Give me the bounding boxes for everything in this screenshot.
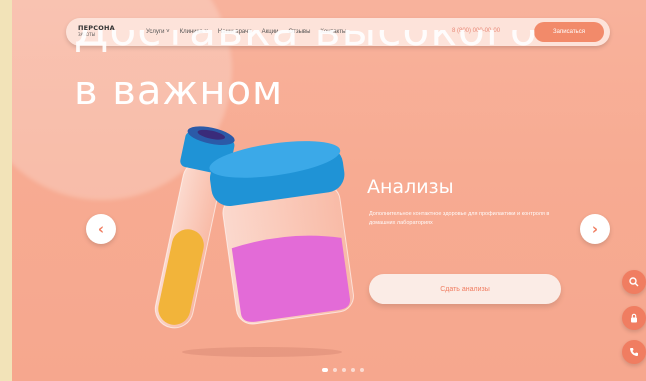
slide-title: Анализы	[367, 176, 454, 198]
pagination-dot[interactable]	[322, 368, 328, 372]
pagination-dot[interactable]	[342, 368, 346, 372]
next-slide-button[interactable]: ›	[580, 214, 610, 244]
pagination-dot[interactable]	[333, 368, 337, 372]
lab-test-illustration	[154, 126, 354, 357]
lock-float-button[interactable]	[622, 306, 646, 330]
search-float-button[interactable]	[622, 270, 646, 294]
hero-heading-line1: Доставка высокого	[74, 30, 538, 54]
hero-heading: Доставка высокого в важном	[74, 30, 538, 114]
search-icon	[629, 277, 639, 287]
phone-float-button[interactable]	[622, 340, 646, 364]
lock-icon	[631, 313, 637, 323]
tests-cta-button[interactable]: Сдать анализы	[369, 274, 561, 304]
hero-banner: ПЕРСОНА ЗАБОТЫ Услуги ˅ Клиника ˅ Наши в…	[12, 0, 646, 381]
chevron-left-icon: ‹	[97, 220, 105, 238]
pagination-dot[interactable]	[360, 368, 364, 372]
slider-pagination	[322, 368, 364, 372]
pagination-dot[interactable]	[351, 368, 355, 372]
slide-description: Дополнительное контактное здоровье для п…	[369, 211, 550, 226]
hero-heading-line2: в важном	[74, 68, 284, 114]
phone-icon	[630, 348, 638, 356]
prev-slide-button[interactable]: ‹	[86, 214, 116, 244]
chevron-right-icon: ›	[591, 220, 599, 238]
record-button[interactable]: Записаться	[534, 22, 604, 42]
